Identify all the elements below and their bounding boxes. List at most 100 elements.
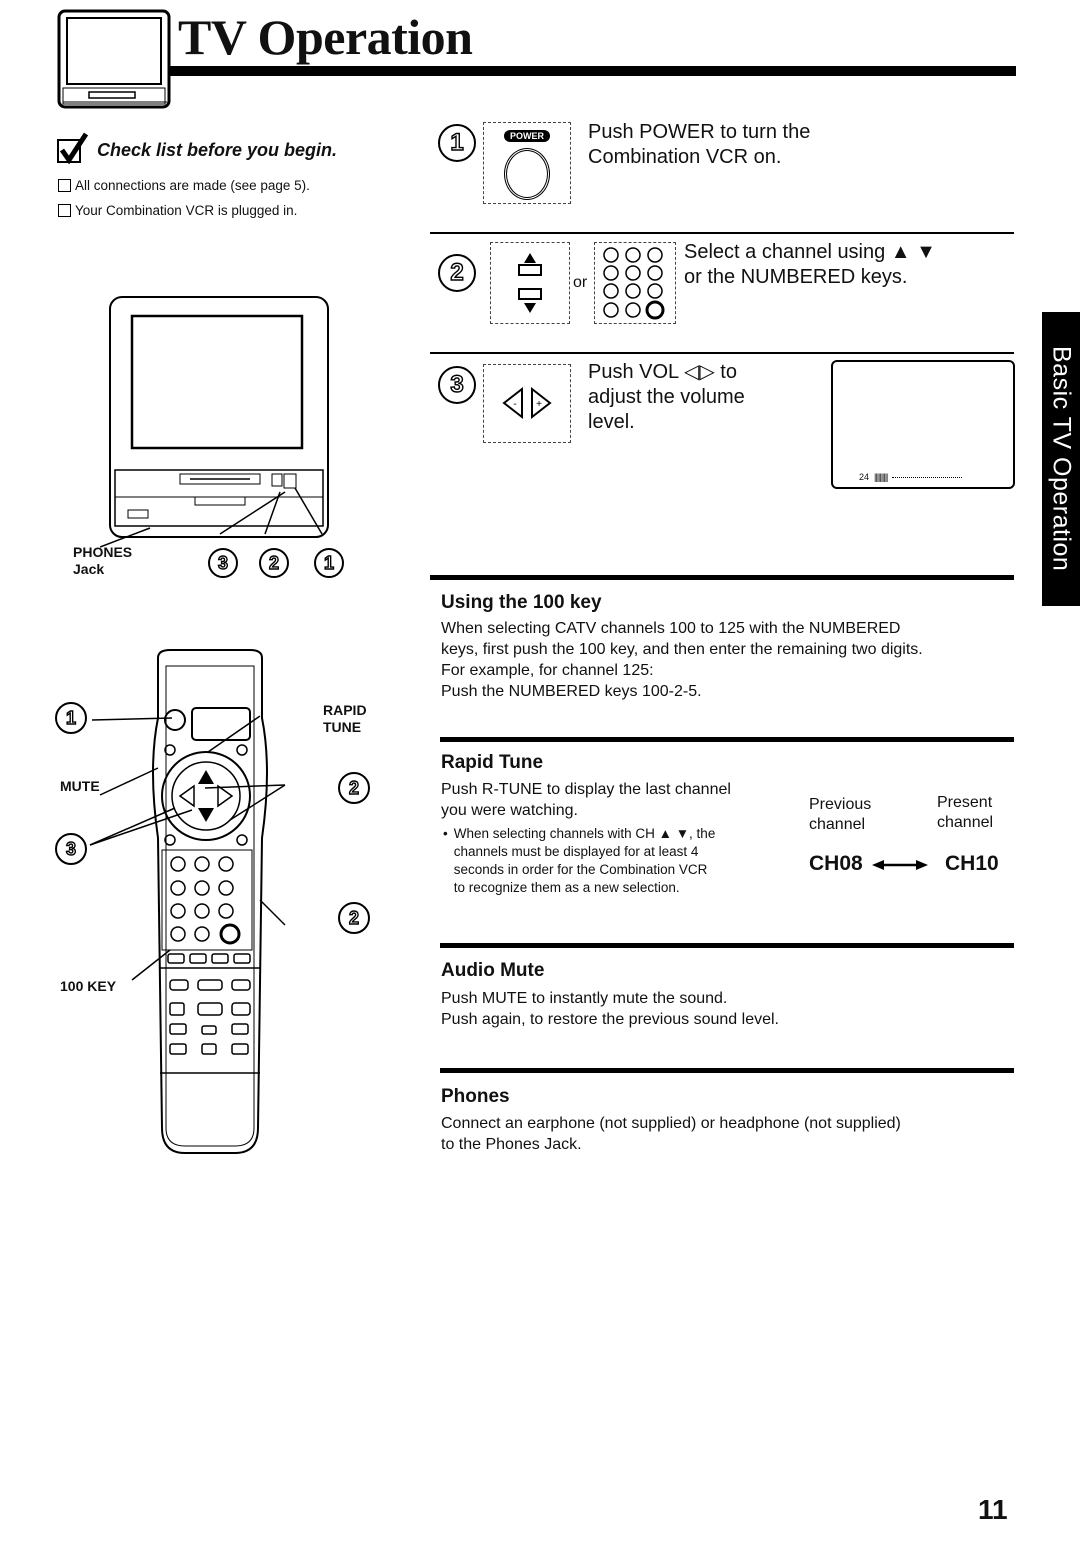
step-1-text: Push POWER to turn the Combination VCR o…: [588, 120, 810, 170]
phones-jack-label: PHONES Jack: [73, 544, 132, 578]
step-text-line: Push POWER to turn the: [588, 121, 811, 143]
body-line: you were watching.: [441, 802, 578, 819]
volume-level-value: 24: [859, 472, 870, 482]
step-number-3: 3: [438, 366, 476, 404]
svg-text:+: +: [536, 399, 542, 410]
section-divider: [440, 943, 1014, 948]
section-body-audio-mute: Push MUTE to instantly mute the sound. P…: [441, 988, 779, 1030]
checklist-item: Your Combination VCR is plugged in.: [58, 203, 297, 218]
page-number: 11: [978, 1494, 1008, 1525]
checkbox[interactable]: [58, 179, 71, 192]
checklist-item-label: All connections are made (see page 5).: [75, 178, 310, 193]
step-number-2: 2: [438, 254, 476, 292]
double-arrow-icon: [872, 860, 928, 870]
power-label: POWER: [504, 130, 550, 142]
section-body-100-key: When selecting CATV channels 100 to 125 …: [441, 618, 923, 702]
body-line: keys, first push the 100 key, and then e…: [441, 641, 923, 658]
volume-arrows-icon: - +: [502, 386, 552, 420]
remote-callout-channel: 2: [338, 772, 370, 804]
divider: [430, 232, 1014, 234]
label-line: Present: [937, 794, 993, 811]
remote-callout-power: 1: [55, 702, 87, 734]
volume-buttons-illustration: - +: [483, 364, 571, 443]
or-label: or: [573, 274, 588, 291]
body-line: Push again, to restore the previous soun…: [441, 1011, 779, 1028]
keypad-icon: [603, 247, 665, 320]
page-title: TV Operation: [178, 9, 473, 65]
numbered-keypad-illustration: [594, 242, 676, 324]
checkbox[interactable]: [58, 204, 71, 217]
100-key-label: 100 KEY: [60, 978, 117, 994]
callout-3: 3: [208, 548, 238, 578]
checkmark-icon: [57, 132, 88, 164]
step-number-1: 1: [438, 124, 476, 162]
step-text-line: level.: [588, 411, 635, 433]
label-line: Previous: [809, 796, 872, 813]
remote-callout-numbered: 2: [338, 902, 370, 934]
present-channel-value: CH10: [945, 852, 999, 875]
section-heading-rapid-tune: Rapid Tune: [441, 752, 544, 773]
power-button-illustration: POWER: [483, 122, 571, 204]
body-line: Push the NUMBERED keys 100-2-5.: [441, 683, 702, 700]
section-heading-audio-mute: Audio Mute: [441, 960, 545, 981]
body-line: Connect an earphone (not supplied) or he…: [441, 1115, 901, 1132]
label-line: Jack: [73, 561, 105, 577]
step-2-text: Select a channel using ▲ ▼ or the NUMBER…: [684, 240, 936, 290]
present-channel-label: Present channel: [937, 793, 993, 833]
checklist-heading: Check list before you begin.: [97, 140, 338, 160]
mute-label: MUTE: [60, 778, 100, 794]
power-button-icon[interactable]: [504, 148, 550, 200]
chapter-side-tab: Basic TV Operation: [1042, 312, 1080, 606]
section-heading-phones: Phones: [441, 1086, 510, 1107]
body-line: to the Phones Jack.: [441, 1136, 582, 1153]
section-body-phones: Connect an earphone (not supplied) or he…: [441, 1113, 901, 1155]
section-divider: [440, 1068, 1014, 1073]
label-line: TUNE: [323, 719, 362, 735]
tv-front-diagram: [100, 296, 329, 548]
volume-bar: ||||||||||: [874, 472, 888, 482]
body-line: For example, for channel 125:: [441, 662, 654, 679]
remote-callout-volume: 3: [55, 833, 87, 865]
label-line: RAPID: [323, 702, 367, 718]
step-text-line: Select a channel using ▲ ▼: [684, 241, 936, 263]
channel-updown-illustration: [490, 242, 570, 324]
tv-header-icon: [57, 9, 171, 109]
step-text-line: Push VOL ◁▷ to: [588, 361, 737, 383]
remote-callout-lines: [89, 715, 286, 981]
svg-text:-: -: [513, 399, 516, 410]
step-text-line: or the NUMBERED keys.: [684, 266, 908, 288]
label-line: PHONES: [73, 544, 133, 560]
callout-1: 1: [314, 548, 344, 578]
note-line: When selecting channels with CH ▲ ▼, the: [453, 826, 716, 841]
title-rule: [168, 66, 1016, 76]
label-line: channel: [809, 816, 866, 833]
body-line: Push MUTE to instantly mute the sound.: [441, 990, 728, 1007]
section-divider: [430, 575, 1014, 580]
volume-level-readout: 24 ||||||||||: [859, 472, 963, 482]
label-line: channel: [937, 814, 994, 831]
checklist-item-label: Your Combination VCR is plugged in.: [75, 203, 298, 218]
step-text-line: adjust the volume: [588, 386, 745, 408]
step-3-text: Push VOL ◁▷ to adjust the volume level.: [588, 360, 745, 435]
body-line: Push R-TUNE to display the last channel: [441, 781, 731, 798]
bullet: •: [443, 826, 448, 841]
section-body-rapid-tune: Push R-TUNE to display the last channel …: [441, 779, 731, 821]
volume-bar-remaining: [892, 476, 963, 478]
checklist-item: All connections are made (see page 5).: [58, 178, 310, 193]
note-text: When selecting channels with CH ▲ ▼, the…: [454, 825, 716, 897]
divider: [430, 352, 1014, 354]
body-line: When selecting CATV channels 100 to 125 …: [441, 620, 901, 637]
channel-arrows-icon: [518, 253, 542, 313]
volume-screen-display: 24 ||||||||||: [831, 360, 1015, 489]
note-line: seconds in order for the Combination VCR: [453, 862, 708, 877]
previous-channel-value: CH08: [809, 852, 863, 875]
section-divider: [440, 737, 1014, 742]
note-line: to recognize them as a new selection.: [453, 880, 680, 895]
note-line: channels must be displayed for at least …: [453, 844, 699, 859]
callout-2: 2: [259, 548, 289, 578]
previous-channel-label: Previous channel: [809, 795, 871, 835]
rapid-tune-label: RAPID TUNE: [323, 702, 367, 736]
rapid-tune-note: • When selecting channels with CH ▲ ▼, t…: [443, 825, 715, 897]
step-text-line: Combination VCR on.: [588, 146, 782, 168]
section-heading-100-key: Using the 100 key: [441, 592, 602, 613]
